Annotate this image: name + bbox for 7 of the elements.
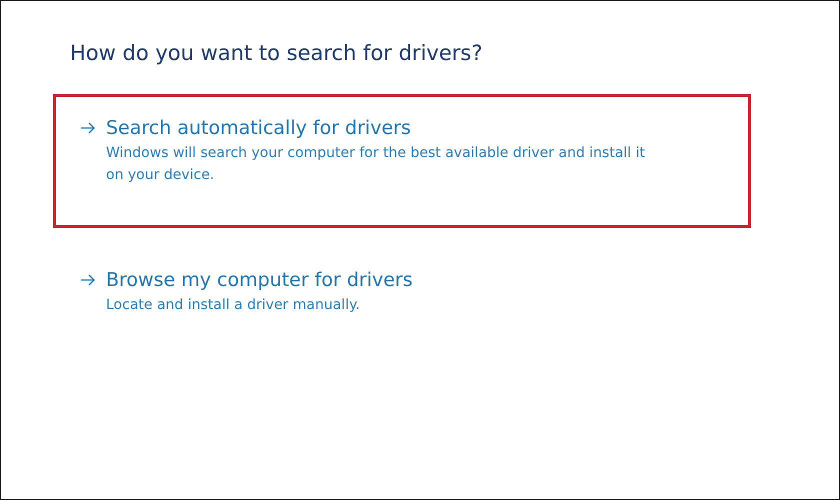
arrow-icon [80, 122, 96, 134]
dialog-heading: How do you want to search for drivers? [69, 40, 484, 65]
option-link[interactable]: Search automatically for drivers [106, 117, 411, 139]
option-description: Windows will search your computer for the best available driver and install it on your device. [106, 144, 646, 185]
option-description: Locate and install a driver manually. [106, 296, 361, 315]
option-link[interactable]: Browse my computer for drivers [106, 269, 413, 291]
arrow-icon [80, 274, 96, 286]
